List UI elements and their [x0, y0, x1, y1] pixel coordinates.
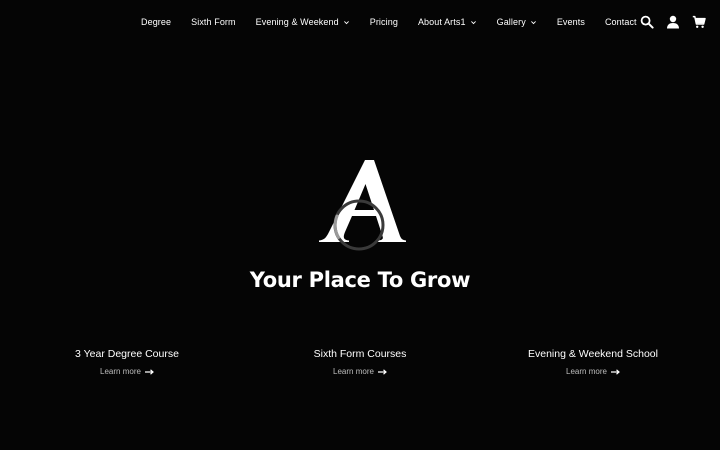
- nav-item-label: Events: [556, 17, 585, 27]
- card-degree: 3 Year Degree Course Learn more: [17, 348, 237, 379]
- learn-more-label: Learn more: [566, 367, 607, 376]
- nav-item-label: About Arts1: [417, 17, 466, 27]
- arrow-right-icon: [610, 368, 620, 375]
- nav-item-gallery[interactable]: Gallery: [497, 17, 537, 27]
- search-icon[interactable]: [640, 15, 654, 29]
- card-title: Evening & Weekend School: [528, 348, 658, 360]
- nav-item-about[interactable]: About Arts1: [418, 17, 477, 27]
- chevron-down-icon: [530, 19, 537, 26]
- card-title: 3 Year Degree Course: [75, 348, 179, 360]
- nav-item-sixth-form[interactable]: Sixth Form: [191, 17, 236, 27]
- card-evening-weekend: Evening & Weekend School Learn more: [483, 348, 703, 379]
- nav-item-label: Evening & Weekend: [255, 17, 339, 27]
- learn-more-link[interactable]: Learn more: [566, 367, 620, 376]
- nav-item-pricing[interactable]: Pricing: [370, 17, 398, 27]
- card-title: Sixth Form Courses: [313, 348, 407, 360]
- learn-more-label: Learn more: [100, 367, 141, 376]
- arrow-right-icon: [377, 368, 387, 375]
- nav-item-label: Pricing: [369, 17, 398, 27]
- learn-more-link[interactable]: Learn more: [333, 367, 387, 376]
- nav-item-evening-weekend[interactable]: Evening & Weekend: [256, 17, 350, 27]
- nav-item-degree[interactable]: Degree: [141, 17, 171, 27]
- arrow-right-icon: [144, 368, 154, 375]
- card-sixth-form: Sixth Form Courses Learn more: [250, 348, 470, 379]
- nav-item-label: Sixth Form: [191, 17, 236, 27]
- arts1-logo: [316, 158, 406, 254]
- nav-item-label: Contact: [604, 17, 637, 27]
- nav-icons: [640, 15, 706, 29]
- hero-title: Your Place To Grow: [249, 268, 471, 292]
- chevron-down-icon: [343, 19, 350, 26]
- nav-item-label: Gallery: [496, 17, 526, 27]
- learn-more-label: Learn more: [333, 367, 374, 376]
- learn-more-link[interactable]: Learn more: [100, 367, 154, 376]
- cart-icon[interactable]: [692, 15, 706, 29]
- account-icon[interactable]: [666, 15, 680, 29]
- top-navigation: Degree Sixth Form Evening & Weekend Pric…: [0, 0, 720, 46]
- nav-item-label: Degree: [141, 17, 172, 27]
- nav-item-events[interactable]: Events: [557, 17, 585, 27]
- page: Degree Sixth Form Evening & Weekend Pric…: [0, 0, 720, 450]
- nav-item-contact[interactable]: Contact: [605, 17, 637, 27]
- nav-menu: Degree Sixth Form Evening & Weekend Pric…: [141, 17, 637, 27]
- chevron-down-icon: [470, 19, 477, 26]
